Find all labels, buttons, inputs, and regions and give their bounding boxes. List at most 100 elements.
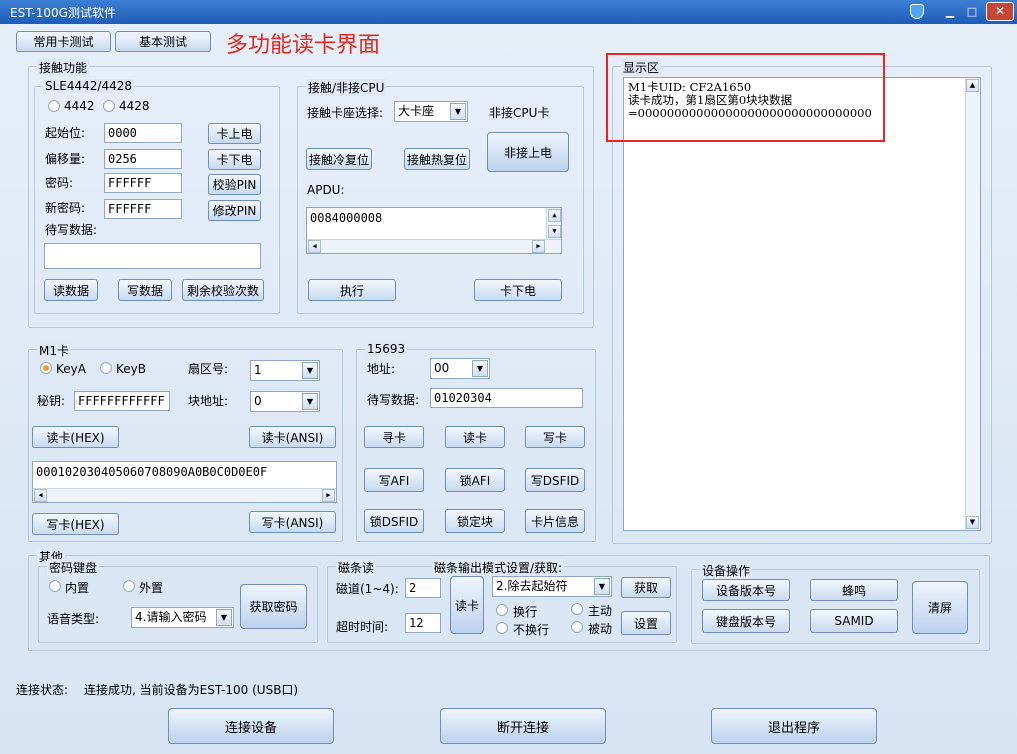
tab-basic-test[interactable]: 基本测试 — [115, 31, 211, 52]
lock-afi-button[interactable]: 锁AFI — [445, 468, 505, 492]
write-ansi-button[interactable]: 写卡(ANSI) — [249, 511, 336, 533]
verify-pin-button[interactable]: 校验PIN — [208, 174, 261, 195]
track-input[interactable]: 2 — [405, 578, 441, 598]
radio-4442[interactable] — [48, 100, 60, 112]
apdu-textarea[interactable]: 0084000008 ▲ ▼ ◀ ▶ — [306, 207, 562, 254]
m1-horizontal-scrollbar[interactable]: ◀ ▶ — [33, 488, 336, 502]
radio-4428-label: 4428 — [119, 99, 150, 113]
chevron-down-icon: ▼ — [302, 393, 318, 410]
beep-button[interactable]: 蜂鸣 — [810, 579, 898, 601]
write-hex-button[interactable]: 写卡(HEX) — [32, 513, 119, 535]
exit-program-button[interactable]: 退出程序 — [711, 708, 877, 744]
voice-type-select[interactable]: 4.请输入密码 ▼ — [131, 607, 234, 628]
keyboard-version-button[interactable]: 键盘版本号 — [702, 609, 790, 633]
card-info-button[interactable]: 卡片信息 — [525, 509, 585, 533]
display-vertical-scrollbar[interactable]: ▲ ▼ — [965, 78, 980, 530]
timeout-input[interactable]: 12 — [405, 613, 441, 633]
radio-nowrap[interactable] — [496, 622, 508, 634]
m1-group-label: M1卡 — [37, 342, 71, 359]
iso15693-group-label: 15693 — [365, 342, 408, 356]
radio-4428[interactable] — [103, 100, 115, 112]
execute-button[interactable]: 执行 — [308, 279, 396, 301]
scroll-up-icon[interactable]: ▲ — [966, 79, 979, 92]
cold-reset-button[interactable]: 接触冷复位 — [306, 148, 372, 170]
apdu-value: 0084000008 — [310, 211, 383, 225]
clear-screen-button[interactable]: 清屏 — [912, 581, 968, 634]
scroll-left-icon[interactable]: ◀ — [34, 489, 47, 502]
m1-data-textarea[interactable]: 000102030405060708090A0B0C0D0E0F ◀ ▶ — [32, 461, 337, 503]
lock-dsfid-button[interactable]: 锁DSFID — [364, 509, 424, 533]
mag-out-label: 磁条输出模式设置/获取: — [432, 559, 565, 576]
key-label: 秘钥: — [37, 394, 66, 408]
write-dsfid-button[interactable]: 写DSFID — [525, 468, 585, 492]
device-version-button[interactable]: 设备版本号 — [702, 579, 790, 601]
remain-count-button[interactable]: 剩余校验次数 — [182, 279, 264, 301]
radio-keyB[interactable] — [100, 362, 112, 374]
slot-select[interactable]: 大卡座 ▼ — [394, 101, 468, 122]
apdu-horizontal-scrollbar[interactable]: ◀ ▶ — [307, 239, 561, 253]
read-hex-button[interactable]: 读卡(HEX) — [32, 426, 119, 448]
app-shield-icon[interactable] — [910, 4, 924, 19]
scroll-up-icon[interactable]: ▲ — [548, 209, 561, 222]
minimize-button[interactable]: ▁ — [940, 3, 960, 20]
get-button[interactable]: 获取 — [621, 577, 671, 598]
display-textarea[interactable]: M1卡UID: CF2A1650 读卡成功，第1扇区第0块块数据 =000000… — [623, 77, 981, 531]
disconnect-button[interactable]: 断开连接 — [440, 708, 606, 744]
scroll-down-icon[interactable]: ▼ — [966, 516, 979, 529]
mag-mode-select[interactable]: 2.除去起始符 ▼ — [492, 576, 612, 597]
apdu-vertical-scrollbar[interactable]: ▲ ▼ — [546, 208, 561, 239]
iso-read-button[interactable]: 读卡 — [445, 426, 505, 448]
sector-select[interactable]: 1 ▼ — [250, 360, 320, 381]
cpu-power-off-button[interactable]: 卡下电 — [474, 279, 562, 301]
set-button[interactable]: 设置 — [621, 611, 671, 635]
offset-input[interactable]: 0256 — [104, 149, 182, 169]
get-password-button[interactable]: 获取密码 — [240, 584, 307, 629]
read-ansi-button[interactable]: 读卡(ANSI) — [249, 426, 336, 448]
address-select[interactable]: 00 ▼ — [430, 358, 490, 379]
scroll-right-icon[interactable]: ▶ — [532, 240, 545, 253]
iso-write-button[interactable]: 写卡 — [525, 426, 585, 448]
noncontact-power-on-button[interactable]: 非接上电 — [487, 132, 569, 172]
read-data-button[interactable]: 读数据 — [44, 279, 98, 301]
connect-device-button[interactable]: 连接设备 — [168, 708, 334, 744]
tab-common-card[interactable]: 常用卡测试 — [16, 31, 111, 52]
slot-select-value: 大卡座 — [398, 104, 435, 118]
password-input[interactable]: FFFFFF — [104, 173, 182, 193]
scroll-right-icon[interactable]: ▶ — [322, 489, 335, 502]
radio-passive[interactable] — [571, 621, 583, 633]
change-pin-button[interactable]: 修改PIN — [208, 200, 261, 221]
noncontact-cpu-label: 非接CPU卡 — [489, 106, 550, 120]
restore-button[interactable]: □ — [962, 3, 982, 20]
chevron-down-icon: ▼ — [216, 609, 232, 626]
mag-read-button[interactable]: 读卡 — [450, 576, 484, 634]
radio-keyA-label: KeyA — [56, 362, 86, 376]
find-card-button[interactable]: 寻卡 — [364, 426, 424, 448]
radio-active[interactable] — [571, 603, 583, 615]
highlight-box — [606, 53, 885, 142]
window-title: EST-100G测试软件 — [10, 6, 116, 20]
radio-external[interactable] — [123, 580, 135, 592]
close-button[interactable]: ✕ — [986, 2, 1014, 21]
write-data-input[interactable] — [44, 243, 261, 269]
scroll-left-icon[interactable]: ◀ — [308, 240, 321, 253]
write-afi-button[interactable]: 写AFI — [364, 468, 424, 492]
scroll-down-icon[interactable]: ▼ — [548, 225, 561, 238]
m1-data-value: 000102030405060708090A0B0C0D0E0F — [36, 465, 268, 479]
radio-internal[interactable] — [49, 580, 61, 592]
block-select[interactable]: 0 ▼ — [250, 391, 320, 412]
sle-power-off-button[interactable]: 卡下电 — [208, 149, 261, 170]
hot-reset-button[interactable]: 接触热复位 — [404, 148, 470, 170]
chevron-down-icon: ▼ — [302, 362, 318, 379]
magnetic-group-label: 磁条读 — [336, 559, 377, 576]
sle-power-on-button[interactable]: 卡上电 — [208, 123, 261, 144]
radio-keyA[interactable] — [40, 362, 52, 374]
new-password-input[interactable]: FFFFFF — [104, 199, 182, 219]
samid-button[interactable]: SAMID — [810, 609, 898, 633]
start-input[interactable]: 0000 — [104, 123, 182, 143]
radio-wrap[interactable] — [496, 604, 508, 616]
block-label: 块地址: — [188, 394, 229, 408]
iso-write-input[interactable]: 01020304 — [430, 388, 583, 408]
write-data-button[interactable]: 写数据 — [118, 279, 172, 301]
lock-block-button[interactable]: 锁定块 — [445, 509, 505, 533]
key-input[interactable]: FFFFFFFFFFFF — [74, 391, 170, 411]
